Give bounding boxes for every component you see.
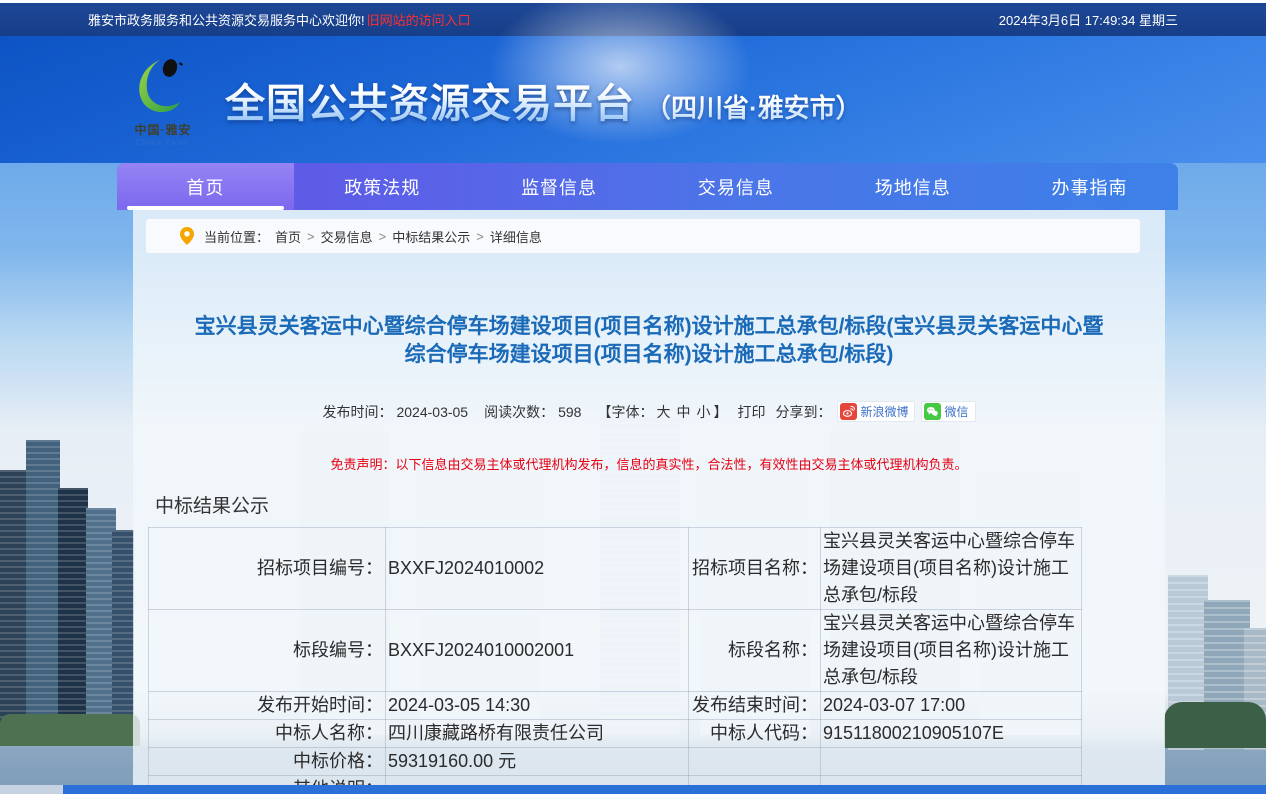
field-value: 宝兴县灵关客运中心暨综合停车场建设项目(项目名称)设计施工总承包/标段 bbox=[821, 528, 1082, 610]
breadcrumb-label: 当前位置： bbox=[204, 227, 269, 246]
field-label: 标段编号： bbox=[149, 610, 386, 692]
breadcrumb-home[interactable]: 首页 bbox=[275, 227, 301, 246]
field-label: 中标价格： bbox=[149, 748, 386, 776]
building-shape bbox=[26, 440, 60, 740]
field-label: 招标项目名称： bbox=[689, 528, 821, 610]
breadcrumb: 当前位置： 首页 > 交易信息 > 中标结果公示 > 详细信息 bbox=[146, 219, 1140, 253]
breadcrumb-separator: > bbox=[379, 229, 387, 244]
nav-item-home[interactable]: 首页 bbox=[117, 163, 294, 210]
weibo-icon bbox=[840, 403, 857, 420]
page: 雅安市政务服务和公共资源交易服务中心欢迎你! 旧网站的访问入口 2024年3月6… bbox=[0, 0, 1266, 794]
font-size-small[interactable]: 小 bbox=[696, 402, 710, 422]
font-size-large[interactable]: 大 bbox=[656, 402, 670, 422]
main-nav: 首页 政策法规 监督信息 交易信息 场地信息 办事指南 bbox=[117, 163, 1178, 210]
logo-text-en: China Ya'an bbox=[117, 138, 209, 147]
page-title: 宝兴县灵关客运中心暨综合停车场建设项目(项目名称)设计施工总承包/标段(宝兴县灵… bbox=[193, 313, 1105, 369]
disclaimer-text: 免责声明：以下信息由交易主体或代理机构发布，信息的真实性，合法性，有效性由交易主… bbox=[133, 454, 1165, 473]
result-table: 招标项目编号： BXXFJ2024010002 招标项目名称： 宝兴县灵关客运中… bbox=[148, 527, 1082, 794]
views-value: 598 bbox=[558, 404, 581, 420]
trees bbox=[0, 714, 140, 746]
breadcrumb-bid-results[interactable]: 中标结果公示 bbox=[392, 227, 470, 246]
welcome-text: 雅安市政务服务和公共资源交易服务中心欢迎你! bbox=[88, 10, 365, 29]
breadcrumb-trading-info[interactable]: 交易信息 bbox=[321, 227, 373, 246]
field-label: 招标项目编号： bbox=[149, 528, 386, 610]
building-shape bbox=[112, 530, 134, 740]
field-label: 中标人名称： bbox=[149, 720, 386, 748]
field-value: 2024-03-05 14:30 bbox=[386, 692, 689, 720]
publish-time-label: 发布时间： bbox=[322, 402, 392, 422]
share-weibo-button[interactable]: 新浪微博 bbox=[837, 401, 915, 422]
field-value: BXXFJ2024010002 bbox=[386, 528, 689, 610]
views-label: 阅读次数： bbox=[484, 402, 554, 422]
breadcrumb-separator: > bbox=[307, 229, 315, 244]
field-label: 中标人代码： bbox=[689, 720, 821, 748]
share-weibo-label: 新浪微博 bbox=[860, 403, 908, 420]
publish-time-value: 2024-03-05 bbox=[396, 404, 468, 420]
old-site-link[interactable]: 旧网站的访问入口 bbox=[367, 10, 471, 29]
table-row: 招标项目编号： BXXFJ2024010002 招标项目名称： 宝兴县灵关客运中… bbox=[149, 528, 1082, 610]
share-label: 分享到： bbox=[775, 402, 831, 422]
nav-item-guide[interactable]: 办事指南 bbox=[1001, 163, 1178, 210]
breadcrumb-separator: > bbox=[476, 229, 484, 244]
field-value: 2024-03-07 17:00 bbox=[821, 692, 1082, 720]
field-label: 标段名称： bbox=[689, 610, 821, 692]
table-row: 标段编号： BXXFJ2024010002001 标段名称： 宝兴县灵关客运中心… bbox=[149, 610, 1082, 692]
trees bbox=[1164, 702, 1266, 748]
datetime-text: 2024年3月6日 17:49:34 星期三 bbox=[999, 10, 1178, 29]
logo-swoosh-icon bbox=[130, 56, 196, 118]
site-title-main: 全国公共资源交易平台 bbox=[225, 71, 635, 129]
nav-item-venue[interactable]: 场地信息 bbox=[824, 163, 1001, 210]
table-row: 发布开始时间： 2024-03-05 14:30 发布结束时间： 2024-03… bbox=[149, 692, 1082, 720]
location-pin-icon bbox=[180, 227, 194, 245]
site-title: 全国公共资源交易平台 （四川省·雅安市） bbox=[225, 71, 862, 129]
field-label: 发布开始时间： bbox=[149, 692, 386, 720]
wechat-icon bbox=[924, 403, 941, 420]
table-row: 中标人名称： 四川康藏路桥有限责任公司 中标人代码： 9151180021090… bbox=[149, 720, 1082, 748]
field-value: 59319160.00 元 bbox=[386, 748, 689, 776]
footer-bar-left bbox=[0, 785, 63, 794]
field-value: 四川康藏路桥有限责任公司 bbox=[386, 720, 689, 748]
breadcrumb-detail: 详细信息 bbox=[490, 227, 542, 246]
content-container: 当前位置： 首页 > 交易信息 > 中标结果公示 > 详细信息 宝兴县灵关客运中… bbox=[133, 210, 1165, 785]
field-value: 宝兴县灵关客运中心暨综合停车场建设项目(项目名称)设计施工总承包/标段 bbox=[821, 610, 1082, 692]
nav-item-supervision[interactable]: 监督信息 bbox=[471, 163, 648, 210]
nav-item-policies[interactable]: 政策法规 bbox=[294, 163, 471, 210]
article-meta: 发布时间： 2024-03-05 阅读次数： 598 【字体： 大 中 小 】 … bbox=[133, 401, 1165, 422]
share-wechat-label: 微信 bbox=[944, 403, 968, 420]
font-size-medium[interactable]: 中 bbox=[676, 402, 690, 422]
field-value bbox=[821, 748, 1082, 776]
logo-text-cn: 中国·雅安 bbox=[117, 121, 209, 138]
china-yaan-logo[interactable]: 中国·雅安 China Ya'an bbox=[117, 56, 209, 147]
field-value: 91511800210905107E bbox=[821, 720, 1082, 748]
field-label: 发布结束时间： bbox=[689, 692, 821, 720]
share-wechat-button[interactable]: 微信 bbox=[921, 401, 975, 422]
field-label bbox=[689, 748, 821, 776]
print-button[interactable]: 打印 bbox=[737, 402, 765, 422]
font-size-label-close: 】 bbox=[713, 402, 727, 422]
table-row: 中标价格： 59319160.00 元 bbox=[149, 748, 1082, 776]
site-title-region: （四川省·雅安市） bbox=[645, 88, 862, 125]
section-title: 中标结果公示 bbox=[155, 491, 1165, 518]
site-header: 中国·雅安 China Ya'an 全国公共资源交易平台 （四川省·雅安市） bbox=[0, 36, 1266, 163]
topbar: 雅安市政务服务和公共资源交易服务中心欢迎你! 旧网站的访问入口 2024年3月6… bbox=[0, 3, 1266, 36]
font-size-label: 【字体： bbox=[597, 402, 653, 422]
field-value: BXXFJ2024010002001 bbox=[386, 610, 689, 692]
nav-item-trading[interactable]: 交易信息 bbox=[647, 163, 824, 210]
building-shape bbox=[58, 488, 88, 740]
footer-bar bbox=[0, 785, 1266, 794]
